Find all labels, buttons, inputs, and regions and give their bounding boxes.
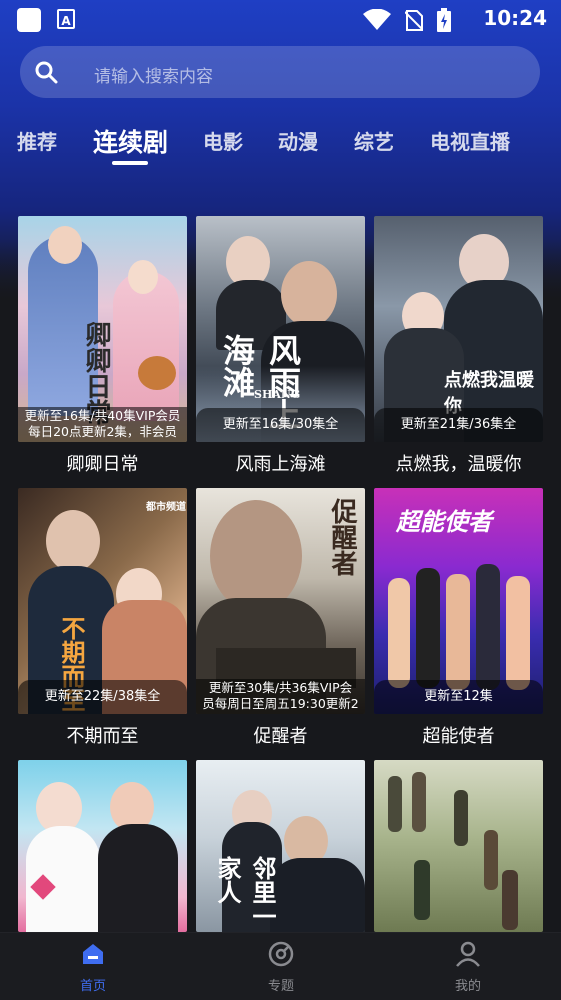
series-title[interactable]: 不期而至	[18, 722, 187, 748]
category-tabs: 推荐 连续剧 电影 动漫 综艺 电视直播	[0, 118, 561, 165]
episode-badge: 更新至16集/30集全	[196, 408, 365, 442]
status-time: 10:24	[483, 6, 547, 30]
poster-subtitle: SHANG	[254, 388, 301, 401]
episode-badge: 更新至22集/38集全	[18, 680, 187, 714]
topic-icon	[268, 941, 294, 967]
battery-charging-icon	[437, 8, 451, 32]
no-sim-icon	[405, 10, 423, 31]
tab-recommend[interactable]: 推荐	[17, 126, 57, 155]
nav-profile-label: 我的	[454, 979, 481, 994]
badge-line: 更新至16集/共40集VIP会员	[24, 408, 181, 423]
notification-app-icon	[17, 8, 41, 32]
poster-subtitle: 都市频道	[146, 502, 186, 513]
tab-anime[interactable]: 动漫	[278, 126, 318, 155]
poster-image[interactable]	[18, 760, 187, 932]
badge-line: 更新至30集/共36集VIP会	[208, 680, 353, 695]
poster-title-art: 邻里一家人	[213, 856, 277, 928]
tab-live-tv[interactable]: 电视直播	[430, 126, 510, 155]
poster-image[interactable]: 邻里一家人	[196, 760, 365, 932]
nav-profile[interactable]: 我的	[408, 933, 528, 1000]
wifi-icon	[363, 9, 391, 30]
episode-badge: 更新至12集	[374, 680, 543, 714]
bottom-navigation: 首页 专题 我的	[0, 932, 561, 1000]
poster-image[interactable]: 促醒者 更新至30集/共36集VIP会 员每周日至周五19:30更新2	[196, 488, 365, 714]
user-icon	[456, 941, 480, 967]
series-title[interactable]: 超能使者	[374, 722, 543, 748]
series-title[interactable]: 促醒者	[196, 722, 365, 748]
nav-topics-label: 专题	[267, 979, 294, 994]
status-icons	[363, 8, 451, 32]
episode-badge: 更新至30集/共36集VIP会 员每周日至周五19:30更新2	[196, 679, 365, 714]
poster-image[interactable]: 风雨上海滩 SHANG 更新至16集/30集全	[196, 216, 365, 442]
home-icon	[83, 944, 103, 964]
episode-badge: 更新至16集/共40集VIP会员 每日20点更新2集，非会员	[18, 407, 187, 442]
tab-series[interactable]: 连续剧	[93, 123, 168, 159]
nav-home-label: 首页	[79, 979, 106, 994]
nav-topics[interactable]: 专题	[221, 933, 341, 1000]
poster-title-art: 促醒者	[327, 498, 357, 576]
poster-image[interactable]	[374, 760, 543, 932]
search-input[interactable]: 请输入搜索内容	[94, 62, 213, 87]
poster-image[interactable]: 超能使者 更新至12集	[374, 488, 543, 714]
series-title[interactable]: 卿卿日常	[18, 450, 187, 476]
app-letter-icon: A	[57, 9, 75, 29]
search-icon	[35, 61, 58, 84]
episode-badge: 更新至21集/36集全	[374, 408, 543, 442]
tab-variety[interactable]: 综艺	[354, 126, 394, 155]
poster-image[interactable]: 卿卿日常 更新至16集/共40集VIP会员 每日20点更新2集，非会员	[18, 216, 187, 442]
series-title[interactable]: 点燃我，温暖你	[374, 450, 543, 476]
nav-home[interactable]: 首页	[33, 933, 153, 1000]
badge-line: 每日20点更新2集，非会员	[28, 424, 177, 439]
badge-line: 员每周日至周五19:30更新2	[202, 696, 359, 711]
status-bar: A 10:24	[0, 0, 561, 40]
poster-title-art: 超能使者	[396, 507, 492, 536]
tab-movies[interactable]: 电影	[203, 126, 243, 155]
search-bar[interactable]: 请输入搜索内容	[20, 46, 540, 98]
poster-image[interactable]: 点燃我温暖你 更新至21集/36集全	[374, 216, 543, 442]
active-tab-indicator	[112, 161, 148, 165]
series-title[interactable]: 风雨上海滩	[196, 450, 365, 476]
poster-image[interactable]: 不期而至 都市频道 更新至22集/38集全	[18, 488, 187, 714]
